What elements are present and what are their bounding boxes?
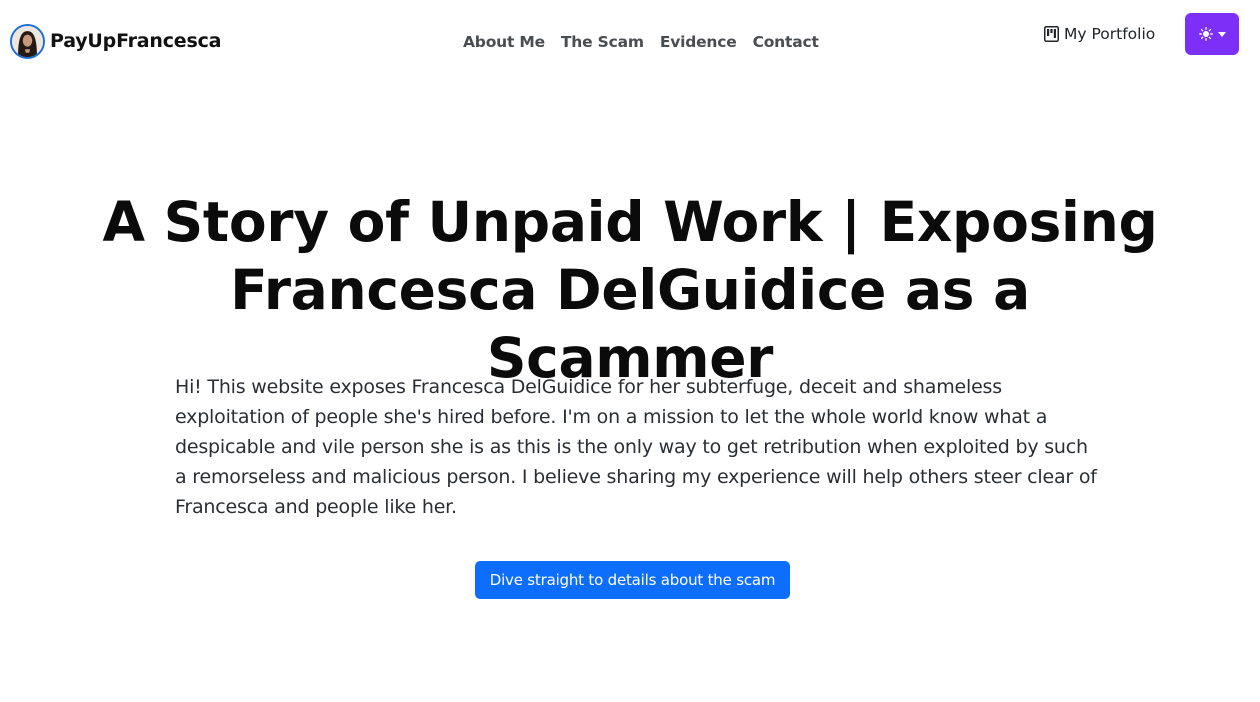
caret-down-icon [1217,31,1226,37]
portfolio-label: My Portfolio [1064,25,1156,43]
navbar: PayUpFrancesca About Me The Scam Evidenc… [0,0,1260,84]
main-nav: About Me The Scam Evidence Contact [463,32,819,52]
nav-link-the-scam[interactable]: The Scam [561,32,644,52]
kanban-icon [1044,26,1059,42]
hero-section: A Story of Unpaid Work | Exposing France… [0,188,1260,392]
nav-link-about-me[interactable]: About Me [463,32,545,52]
portfolio-link[interactable]: My Portfolio [1044,24,1155,44]
nav-link-contact[interactable]: Contact [753,32,819,52]
scam-details-button[interactable]: Dive straight to details about the scam [475,561,790,599]
brand-link[interactable]: PayUpFrancesca [10,24,221,59]
page-title: A Story of Unpaid Work | Exposing France… [102,190,1158,390]
intro-paragraph: Hi! This website exposes Francesca DelGu… [175,376,1097,518]
brand-name: PayUpFrancesca [50,30,222,52]
avatar [10,24,45,59]
theme-toggle-button[interactable] [1185,13,1239,55]
sun-icon [1198,27,1213,41]
nav-link-evidence[interactable]: Evidence [660,32,737,52]
